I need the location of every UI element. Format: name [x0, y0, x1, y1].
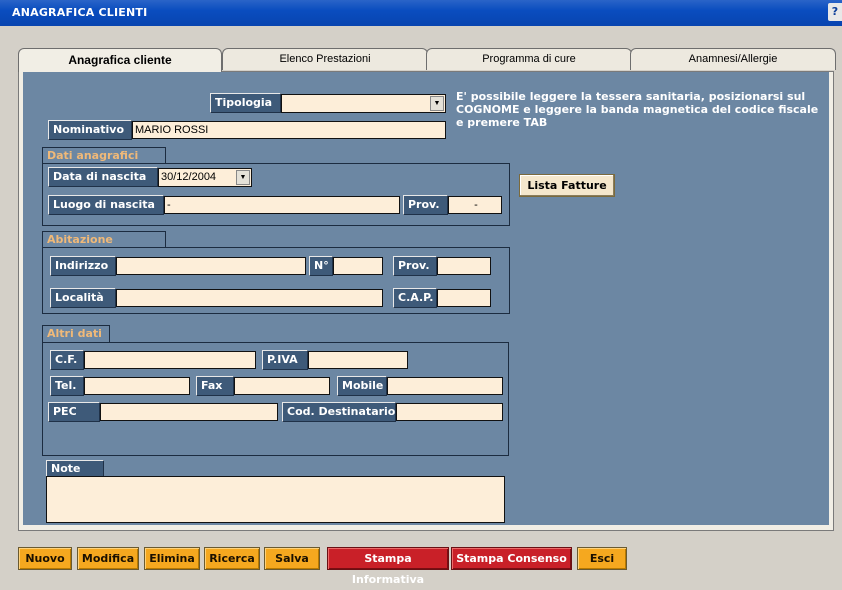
- tel-input[interactable]: [84, 377, 190, 395]
- chevron-down-icon[interactable]: ▼: [236, 170, 250, 185]
- data-nascita-value: 30/12/2004: [161, 171, 217, 183]
- altri-dati-title: Altri dati: [42, 325, 110, 342]
- indirizzo-input[interactable]: [116, 257, 306, 275]
- cod-destinatario-label: Cod. Destinatario: [282, 402, 396, 422]
- salva-button[interactable]: Salva: [264, 547, 320, 570]
- note-textarea[interactable]: [46, 476, 505, 523]
- abitazione-title: Abitazione: [42, 231, 166, 248]
- prov-nascita-input[interactable]: -: [448, 196, 502, 214]
- cf-label: C.F.: [50, 350, 84, 370]
- piva-input[interactable]: [308, 351, 408, 369]
- luogo-nascita-label: Luogo di nascita: [48, 195, 164, 215]
- chevron-down-icon[interactable]: ▼: [430, 96, 444, 111]
- cap-label: C.A.P.: [393, 288, 437, 308]
- tab-elenco-prestazioni[interactable]: Elenco Prestazioni: [222, 48, 428, 70]
- prov-abitazione-label: Prov.: [393, 256, 437, 276]
- hint-text: E' possibile leggere la tessera sanitari…: [456, 90, 819, 129]
- stampa-informativa-button[interactable]: Stampa Informativa: [327, 547, 449, 586]
- nominativo-label: Nominativo: [48, 120, 132, 140]
- tab-anagrafica-cliente[interactable]: Anagrafica cliente: [18, 48, 222, 72]
- elimina-button[interactable]: Elimina: [144, 547, 200, 570]
- cap-input[interactable]: [437, 289, 491, 307]
- tipologia-label: Tipologia: [210, 93, 281, 113]
- numero-label: N°: [309, 256, 333, 276]
- localita-label: Località: [50, 288, 116, 308]
- cod-destinatario-input[interactable]: [396, 403, 503, 421]
- prov-abitazione-input[interactable]: [437, 257, 491, 275]
- nominativo-input[interactable]: MARIO ROSSI: [132, 121, 446, 139]
- nuovo-button[interactable]: Nuovo: [18, 547, 72, 570]
- numero-input[interactable]: [333, 257, 383, 275]
- tab-programma-di-cure[interactable]: Programma di cure: [426, 48, 632, 70]
- tel-label: Tel.: [50, 376, 84, 396]
- dati-anagrafici-title: Dati anagrafici: [42, 147, 166, 164]
- help-button[interactable]: ?: [828, 3, 842, 21]
- tab-anamnesi-allergie[interactable]: Anamnesi/Allergie: [630, 48, 836, 70]
- modifica-button[interactable]: Modifica: [77, 547, 139, 570]
- mobile-input[interactable]: [387, 377, 503, 395]
- fax-label: Fax: [196, 376, 234, 396]
- data-nascita-label: Data di nascita: [48, 167, 158, 187]
- ricerca-button[interactable]: Ricerca: [204, 547, 260, 570]
- localita-input[interactable]: [116, 289, 383, 307]
- luogo-nascita-input[interactable]: -: [164, 196, 400, 214]
- indirizzo-label: Indirizzo: [50, 256, 116, 276]
- prov-nascita-label: Prov.: [403, 195, 448, 215]
- pec-input[interactable]: [100, 403, 278, 421]
- fax-input[interactable]: [234, 377, 330, 395]
- pec-label: PEC: [48, 402, 100, 422]
- title-bar: ANAGRAFICA CLIENTI ?: [0, 0, 842, 26]
- cf-input[interactable]: [84, 351, 256, 369]
- note-label: Note: [46, 460, 104, 477]
- tipologia-select[interactable]: ▼: [281, 94, 446, 113]
- data-nascita-picker[interactable]: 30/12/2004 ▼: [158, 168, 252, 187]
- mobile-label: Mobile: [337, 376, 387, 396]
- lista-fatture-button[interactable]: Lista Fatture: [519, 174, 615, 197]
- esci-button[interactable]: Esci: [577, 547, 627, 570]
- piva-label: P.IVA: [262, 350, 308, 370]
- stampa-consenso-button[interactable]: Stampa Consenso: [451, 547, 572, 570]
- window-title: ANAGRAFICA CLIENTI: [12, 6, 148, 19]
